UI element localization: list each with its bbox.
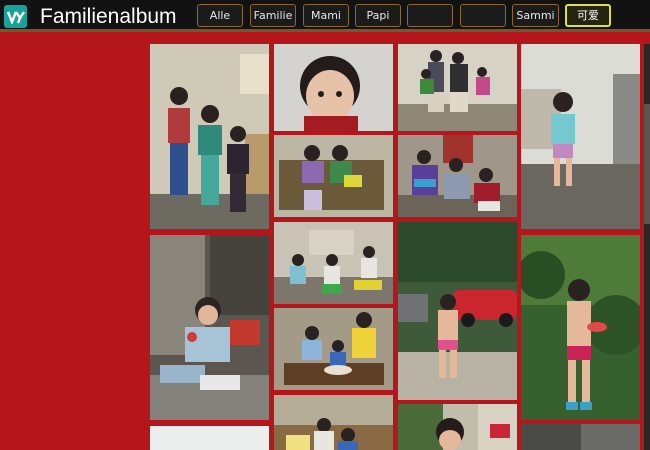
photo-tile[interactable] <box>398 44 517 131</box>
photo-grid <box>0 35 650 450</box>
photo-tile[interactable] <box>398 404 517 450</box>
filter-button-cute[interactable]: 可爱 <box>565 4 611 27</box>
filter-button-papi[interactable]: Papi <box>355 4 401 27</box>
photo-tile[interactable] <box>274 135 393 217</box>
filter-button-empty-1[interactable] <box>407 4 453 27</box>
filter-button-alle[interactable]: Alle <box>197 4 243 27</box>
photo-tile[interactable] <box>150 426 269 450</box>
photo-tile[interactable] <box>521 44 640 229</box>
filter-button-mami[interactable]: Mami <box>303 4 349 27</box>
photo-tile[interactable] <box>150 44 269 229</box>
photo-tile[interactable] <box>521 424 640 450</box>
photo-tile[interactable] <box>150 235 269 420</box>
filter-button-familie[interactable]: Familie <box>250 4 296 27</box>
photo-tile[interactable] <box>274 44 393 131</box>
photo-tile[interactable] <box>398 135 517 217</box>
vy-logo-icon[interactable] <box>4 5 27 28</box>
filter-button-sammi[interactable]: Sammi <box>512 4 559 27</box>
app-title: Familienalbum <box>40 5 177 28</box>
photo-tile[interactable] <box>644 44 650 450</box>
photo-tile[interactable] <box>274 308 393 390</box>
photo-tile[interactable] <box>274 395 393 450</box>
top-bar: Familienalbum Alle Familie Mami Papi Sam… <box>0 0 650 32</box>
photo-tile[interactable] <box>521 235 640 420</box>
photo-tile[interactable] <box>398 222 517 400</box>
photo-tile[interactable] <box>274 222 393 304</box>
filter-button-empty-2[interactable] <box>460 4 506 27</box>
